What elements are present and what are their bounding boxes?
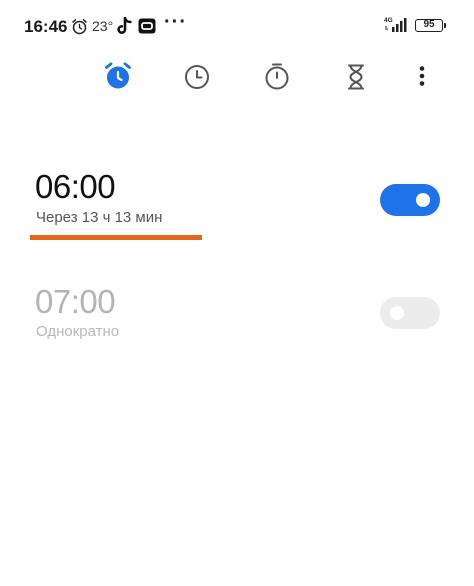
toggle-knob bbox=[416, 193, 430, 207]
tiktok-icon bbox=[117, 16, 132, 40]
stopwatch-icon bbox=[265, 63, 289, 90]
alarm-clock-icon bbox=[105, 62, 131, 89]
alarm-subtitle: Через 13 ч 13 мин bbox=[36, 209, 163, 226]
alarm-subtitle: Однократно bbox=[36, 323, 120, 340]
signal-icon: 4G bbox=[384, 15, 410, 38]
battery-icon: 95 bbox=[415, 19, 446, 32]
highlight-underline bbox=[30, 235, 202, 240]
alarm-toggle[interactable] bbox=[380, 184, 440, 216]
alarm-toggle[interactable] bbox=[380, 297, 440, 329]
more-menu-button[interactable] bbox=[408, 60, 436, 92]
status-bar: 16:46 23° ··· 4G 95 bbox=[0, 0, 474, 52]
tab-stopwatch[interactable] bbox=[261, 60, 293, 92]
toggle-knob bbox=[390, 306, 404, 320]
alarm-clock-icon bbox=[71, 18, 88, 40]
clock-app-screen: 16:46 23° ··· 4G 95 06:00 Через 13 ч 13 … bbox=[0, 0, 474, 586]
status-temperature: 23° bbox=[92, 18, 114, 34]
more-vertical-icon bbox=[419, 66, 425, 86]
status-more-dots: ··· bbox=[164, 11, 187, 33]
alarm-item[interactable]: 07:00 Однократно bbox=[0, 275, 474, 345]
clock-icon bbox=[185, 65, 209, 89]
status-time: 16:46 bbox=[24, 17, 68, 36]
alarm-time: 07:00 bbox=[35, 283, 116, 320]
network-type-label: 4G bbox=[384, 17, 393, 24]
tab-alarm[interactable] bbox=[102, 60, 134, 92]
tab-clock[interactable] bbox=[181, 60, 213, 92]
alarm-item[interactable]: 06:00 Через 13 ч 13 мин bbox=[0, 160, 474, 230]
app-icon bbox=[138, 18, 156, 39]
tab-timer[interactable] bbox=[340, 60, 372, 92]
hourglass-icon bbox=[348, 64, 364, 90]
alarm-time: 06:00 bbox=[35, 168, 116, 205]
